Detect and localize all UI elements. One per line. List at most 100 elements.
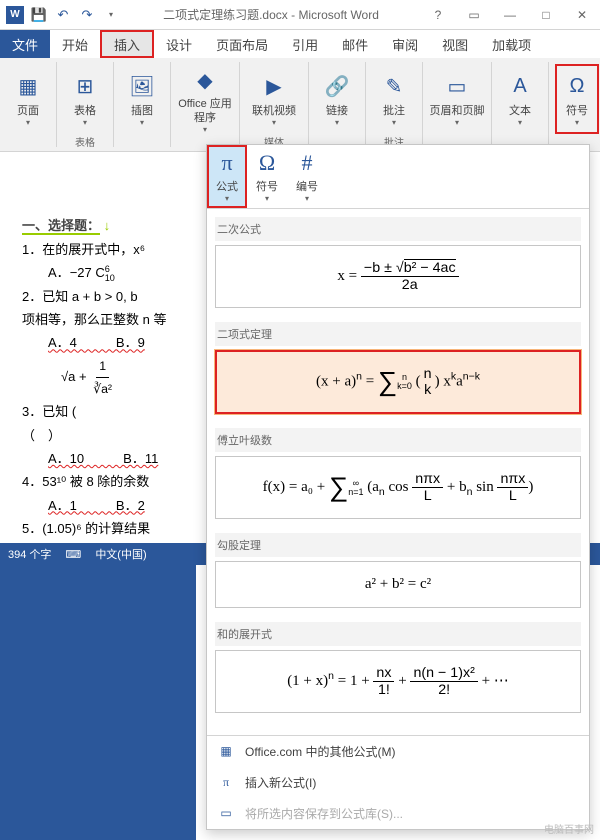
ribbon-icon: 🔗 bbox=[321, 71, 353, 103]
equation-group-label: 和的展开式 bbox=[215, 622, 581, 646]
dropdown-arrow-icon: ▾ bbox=[83, 118, 87, 127]
minimize-button[interactable]: — bbox=[492, 1, 528, 29]
tab-file[interactable]: 文件 bbox=[0, 30, 50, 58]
equation-group-label: 勾股定理 bbox=[215, 533, 581, 557]
equation-gallery-popup: π公式▾Ω符号▾#编号▾ 二次公式x = −b ± √b² − 4ac2a二项式… bbox=[206, 144, 590, 830]
section-heading: 一、选择题： bbox=[22, 218, 100, 235]
ribbon-label: 批注 bbox=[383, 105, 405, 118]
ribbon-label: 表格 bbox=[74, 105, 96, 118]
ribbon-options-button[interactable]: ▭ bbox=[456, 1, 492, 29]
watermark: 电脑百事网 bbox=[544, 821, 594, 836]
eq-toolbar-符号[interactable]: Ω符号▾ bbox=[247, 145, 287, 208]
dropdown-arrow-icon: ▾ bbox=[305, 194, 309, 203]
redo-icon[interactable]: ↷ bbox=[76, 4, 98, 26]
ribbon-label: 链接 bbox=[326, 105, 348, 118]
word-app-icon: W bbox=[4, 4, 26, 26]
ribbon-label: Office 应用程序 bbox=[177, 98, 233, 124]
more-equations-online[interactable]: ▦Office.com 中的其他公式(M) bbox=[207, 736, 589, 767]
ribbon-icon: Ω bbox=[561, 71, 593, 103]
ribbon-Office应用程序[interactable]: ◆Office 应用程序▾ bbox=[177, 64, 233, 134]
ribbon-符号[interactable]: Ω符号▾ bbox=[555, 64, 599, 134]
eq-toolbar-label: 编号 bbox=[296, 178, 318, 194]
符号-icon: Ω bbox=[259, 150, 275, 176]
ribbon-group: 🔗链接▾ bbox=[309, 62, 366, 147]
ribbon-链接[interactable]: 🔗链接▾ bbox=[315, 64, 359, 134]
equation-勾股定理[interactable]: a² + b² = c² bbox=[215, 561, 581, 608]
word-count[interactable]: 394 个字 bbox=[8, 546, 51, 562]
tab-开始[interactable]: 开始 bbox=[50, 30, 100, 58]
eq-toolbar-编号[interactable]: # 编号▾ bbox=[287, 145, 327, 208]
save-gallery-icon: ▭ bbox=[217, 806, 235, 821]
save-icon[interactable]: 💾 bbox=[28, 4, 50, 26]
ribbon-联机视频[interactable]: ▶联机视频▾ bbox=[246, 64, 302, 134]
ribbon-group: ✎ 批注▾批注 bbox=[366, 62, 423, 147]
help-button[interactable]: ? bbox=[420, 1, 456, 29]
dropdown-arrow-icon: ▾ bbox=[203, 125, 207, 134]
tab-引用[interactable]: 引用 bbox=[280, 30, 330, 58]
ribbon-label: 文本 bbox=[509, 105, 531, 118]
ribbon-group: ▦ 页面▾ bbox=[0, 62, 57, 147]
qat-customize-icon[interactable]: ▾ bbox=[100, 4, 122, 26]
pi-icon: π bbox=[217, 775, 235, 790]
undo-icon[interactable]: ↶ bbox=[52, 4, 74, 26]
ribbon-icon: A bbox=[504, 71, 536, 103]
dropdown-arrow-icon: ▾ bbox=[140, 118, 144, 127]
tab-加载项[interactable]: 加载项 bbox=[480, 30, 543, 58]
ribbon-页面[interactable]: ▦ 页面▾ bbox=[6, 64, 50, 134]
ribbon-批注[interactable]: ✎ 批注▾ bbox=[372, 64, 416, 134]
ribbon-icon: ◆ bbox=[189, 64, 221, 96]
equation-和的展开式[interactable]: (1 + x)n = 1 + nx1! + n(n − 1)x²2! + ⋯ bbox=[215, 650, 581, 713]
tab-视图[interactable]: 视图 bbox=[430, 30, 480, 58]
ribbon-group: 🖼 插图▾ bbox=[114, 62, 171, 147]
ribbon-icon: ✎ bbox=[378, 71, 410, 103]
window-title: 二项式定理练习题.docx - Microsoft Word bbox=[122, 6, 420, 23]
equation-group-label: 二次公式 bbox=[215, 217, 581, 241]
ribbon-group: ▶联机视频▾媒体 bbox=[240, 62, 309, 147]
dropdown-arrow-icon: ▾ bbox=[455, 118, 459, 127]
eq-toolbar-公式[interactable]: π 公式▾ bbox=[207, 145, 247, 208]
eq-toolbar-label: 公式 bbox=[216, 178, 238, 194]
ribbon-group: Ω符号▾ bbox=[549, 62, 600, 147]
language-indicator[interactable]: 中文(中国) bbox=[95, 546, 146, 562]
close-button[interactable]: ✕ bbox=[564, 1, 600, 29]
save-to-gallery: ▭将所选内容保存到公式库(S)... bbox=[207, 798, 589, 829]
equation-footer: ▦Office.com 中的其他公式(M) π插入新公式(I) ▭将所选内容保存… bbox=[207, 735, 589, 829]
ribbon-icon: ▶ bbox=[258, 71, 290, 103]
编号-icon: # bbox=[302, 150, 313, 176]
maximize-button[interactable]: □ bbox=[528, 1, 564, 29]
ribbon-group: ◆Office 应用程序▾ bbox=[171, 62, 240, 147]
background-fill bbox=[0, 565, 196, 840]
lang-icon[interactable]: ⌨ bbox=[65, 548, 81, 561]
公式-icon: π bbox=[221, 150, 232, 176]
ribbon-icon: ▦ bbox=[12, 71, 44, 103]
group-label: 表格 bbox=[75, 134, 95, 149]
ribbon-表格[interactable]: ⊞ 表格▾ bbox=[63, 64, 107, 134]
ribbon-group: A 文本▾ bbox=[492, 62, 549, 147]
dropdown-arrow-icon: ▾ bbox=[518, 118, 522, 127]
equation-二次公式[interactable]: x = −b ± √b² − 4ac2a bbox=[215, 245, 581, 308]
dropdown-arrow-icon: ▾ bbox=[272, 118, 276, 127]
equation-list[interactable]: 二次公式x = −b ± √b² − 4ac2a二项式定理(x + a)n = … bbox=[207, 209, 589, 735]
dropdown-arrow-icon: ▾ bbox=[225, 194, 229, 203]
office-icon: ▦ bbox=[217, 744, 235, 759]
tab-插入[interactable]: 插入 bbox=[100, 30, 154, 58]
equation-傅立叶级数[interactable]: f(x) = a₀ + ∑∞n=1 (an cos nπxL + bn sin … bbox=[215, 456, 581, 519]
tab-审阅[interactable]: 审阅 bbox=[380, 30, 430, 58]
ribbon-文本[interactable]: A 文本▾ bbox=[498, 64, 542, 134]
ribbon-icon: 🖼 bbox=[126, 71, 158, 103]
insert-new-equation[interactable]: π插入新公式(I) bbox=[207, 767, 589, 798]
ribbon-group: ⊞表格▾表格 bbox=[57, 62, 114, 147]
dropdown-arrow-icon: ▾ bbox=[26, 118, 30, 127]
dropdown-arrow-icon: ▾ bbox=[392, 118, 396, 127]
tab-页面布局[interactable]: 页面布局 bbox=[204, 30, 280, 58]
ribbon-label: 插图 bbox=[131, 105, 153, 118]
ribbon-页眉和页脚[interactable]: ▭页眉和页脚▾ bbox=[429, 64, 485, 134]
window-controls: ? ▭ — □ ✕ bbox=[420, 1, 600, 29]
equation-二项式定理[interactable]: (x + a)n = ∑nk=0 (nk) xkan−k bbox=[215, 350, 581, 414]
tab-邮件[interactable]: 邮件 bbox=[330, 30, 380, 58]
ribbon-label: 页面 bbox=[17, 105, 39, 118]
dropdown-arrow-icon: ▾ bbox=[575, 118, 579, 127]
ribbon-插图[interactable]: 🖼 插图▾ bbox=[120, 64, 164, 134]
tab-设计[interactable]: 设计 bbox=[154, 30, 204, 58]
ribbon-icon: ⊞ bbox=[69, 71, 101, 103]
